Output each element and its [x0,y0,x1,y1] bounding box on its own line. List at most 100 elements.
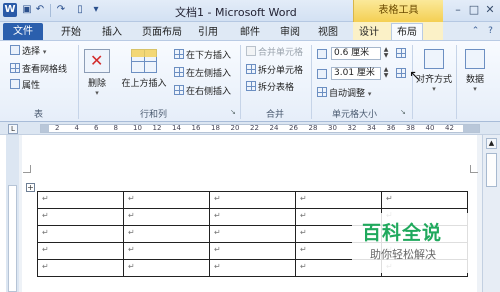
tab-mailings[interactable]: 邮件 [240,24,260,41]
minimize-icon[interactable]: – [451,3,465,17]
horizontal-ruler[interactable]: 2 4 6 8 10 12 14 16 18 20 22 24 26 28 30 32 34 36 38 40 42 [40,124,480,133]
tab-review[interactable]: 审阅 [280,24,300,41]
word-app-icon[interactable]: W [3,3,17,17]
group-separator [456,45,457,119]
table-cell[interactable]: ↵ [381,191,468,209]
split-table-button[interactable]: 拆分表格 [246,81,294,94]
horizontal-ruler-area: 2 4 6 8 10 12 14 16 18 20 22 24 26 28 30 32 34 36 38 40 42 [0,122,500,135]
ribbon: 选择 ▾ 查看网格线 属性 表 删除 ▾ 在上方插入 在下方插入 在左侧插入 在… [0,40,500,122]
vertical-scrollbar[interactable]: ▲ [482,135,500,292]
table-cell[interactable]: ↵ [123,225,210,243]
new-document-icon[interactable]: ▯ [74,4,86,16]
insert-left-icon [174,67,184,77]
mouse-pointer-icon: ↖ [409,68,421,84]
redo-icon[interactable]: ↷ [55,4,67,16]
insert-above-button[interactable]: 在上方插入 [118,49,170,89]
group-separator [311,45,312,119]
ruler-number: 24 [269,124,279,132]
column-width-icon [317,69,327,79]
distribute-columns-icon[interactable] [396,68,406,78]
row-height-spinner[interactable]: ▲ ▼ [382,47,390,60]
ruler-number: 40 [425,124,435,132]
tab-home[interactable]: 开始 [61,24,81,41]
table-cell[interactable]: ↵ [123,259,210,277]
tab-selector-button[interactable]: L [8,124,18,134]
tab-design[interactable]: 设计 [359,24,379,41]
delete-button[interactable]: 删除 ▾ [82,49,112,97]
column-width-input[interactable]: 3.01 厘米 [331,67,381,80]
help-icon[interactable]: ? [485,26,496,37]
table-cell[interactable]: ↵ [123,208,210,226]
table-move-handle-icon[interactable]: + [26,183,35,192]
autofit-icon [317,87,327,97]
row-height-input[interactable]: 0.6 厘米 [331,47,381,60]
ruler-number: 16 [191,124,201,132]
distribute-rows-icon[interactable] [396,48,406,58]
ruler-number: 8 [113,124,118,132]
maximize-icon[interactable]: □ [467,3,481,17]
table-cell[interactable]: ↵ [37,259,124,277]
vertical-ruler-scale [8,185,17,292]
watermark-logo: 百科全说 [362,222,443,244]
properties-icon [10,79,20,89]
insert-right-button[interactable]: 在右侧插入 [174,85,231,98]
ruler-number: 26 [289,124,298,132]
vertical-ruler[interactable] [6,135,19,292]
data-button[interactable]: 数据 ▾ [459,49,491,93]
table-cell[interactable]: ↵ [209,225,296,243]
ruler-number: 42 [445,124,454,132]
table-cell[interactable]: ↵ [123,242,210,260]
scroll-up-icon[interactable]: ▲ [486,138,497,149]
tab-view[interactable]: 视图 [318,24,338,41]
data-icon [465,49,485,69]
margin-corner-mark [23,165,31,173]
close-icon[interactable]: ✕ [483,3,497,17]
customize-quick-access-icon[interactable]: ▾ [90,4,102,16]
table-cell[interactable]: ↵ [295,191,382,209]
table-cell[interactable]: ↵ [37,225,124,243]
ruler-number: 6 [94,124,99,132]
split-cells-icon [246,64,256,74]
table-cell[interactable]: ↵ [209,242,296,260]
ruler-number: 2 [55,124,60,132]
table-cell[interactable]: ↵ [37,191,124,209]
group-label-cell-size: 单元格大小 [332,110,378,120]
table-cell[interactable]: ↵ [37,242,124,260]
split-cells-button[interactable]: 拆分单元格 [246,64,303,77]
ruler-margin-left [41,125,49,132]
table-cell[interactable]: ↵ [209,191,296,209]
group-label-merge: 合并 [266,110,285,120]
quick-access-separator [50,4,51,17]
tab-file[interactable]: 文件 [3,23,43,41]
select-icon [10,45,20,55]
ruler-number: 32 [347,124,357,132]
tab-references[interactable]: 引用 [198,24,218,41]
minimize-ribbon-icon[interactable]: ⌃ [470,26,481,37]
scrollbar-thumb[interactable] [486,153,497,187]
autofit-button[interactable]: 自动调整 ▾ [317,87,371,100]
table-cell[interactable]: ↵ [209,208,296,226]
table-cell[interactable]: ↵ [209,259,296,277]
ruler-number: 36 [386,124,396,132]
tab-page-layout[interactable]: 页面布局 [142,24,182,41]
save-icon[interactable]: ▣ [21,4,33,16]
ruler-number: 4 [74,124,79,132]
insert-left-button[interactable]: 在左侧插入 [174,67,231,80]
properties-button[interactable]: 属性 [10,79,40,92]
group-separator [240,45,241,119]
split-table-icon [246,81,256,91]
insert-below-button[interactable]: 在下方插入 [174,49,231,62]
column-width-spinner[interactable]: ▲ ▼ [382,67,390,80]
table-cell[interactable]: ↵ [123,191,210,209]
table-cell[interactable]: ↵ [37,208,124,226]
group-separator [78,45,79,119]
cell-size-launcher-icon[interactable]: ↘ [400,109,407,116]
tab-insert[interactable]: 插入 [102,24,122,41]
undo-icon[interactable]: ↶ [34,4,46,16]
merge-cells-button[interactable]: 合并单元格 [246,46,303,59]
rows-columns-launcher-icon[interactable]: ↘ [230,109,237,116]
insert-below-icon [174,49,184,59]
select-button[interactable]: 选择 ▾ [10,45,46,58]
view-gridlines-button[interactable]: 查看网格线 [10,63,67,76]
alignment-icon [424,49,444,69]
